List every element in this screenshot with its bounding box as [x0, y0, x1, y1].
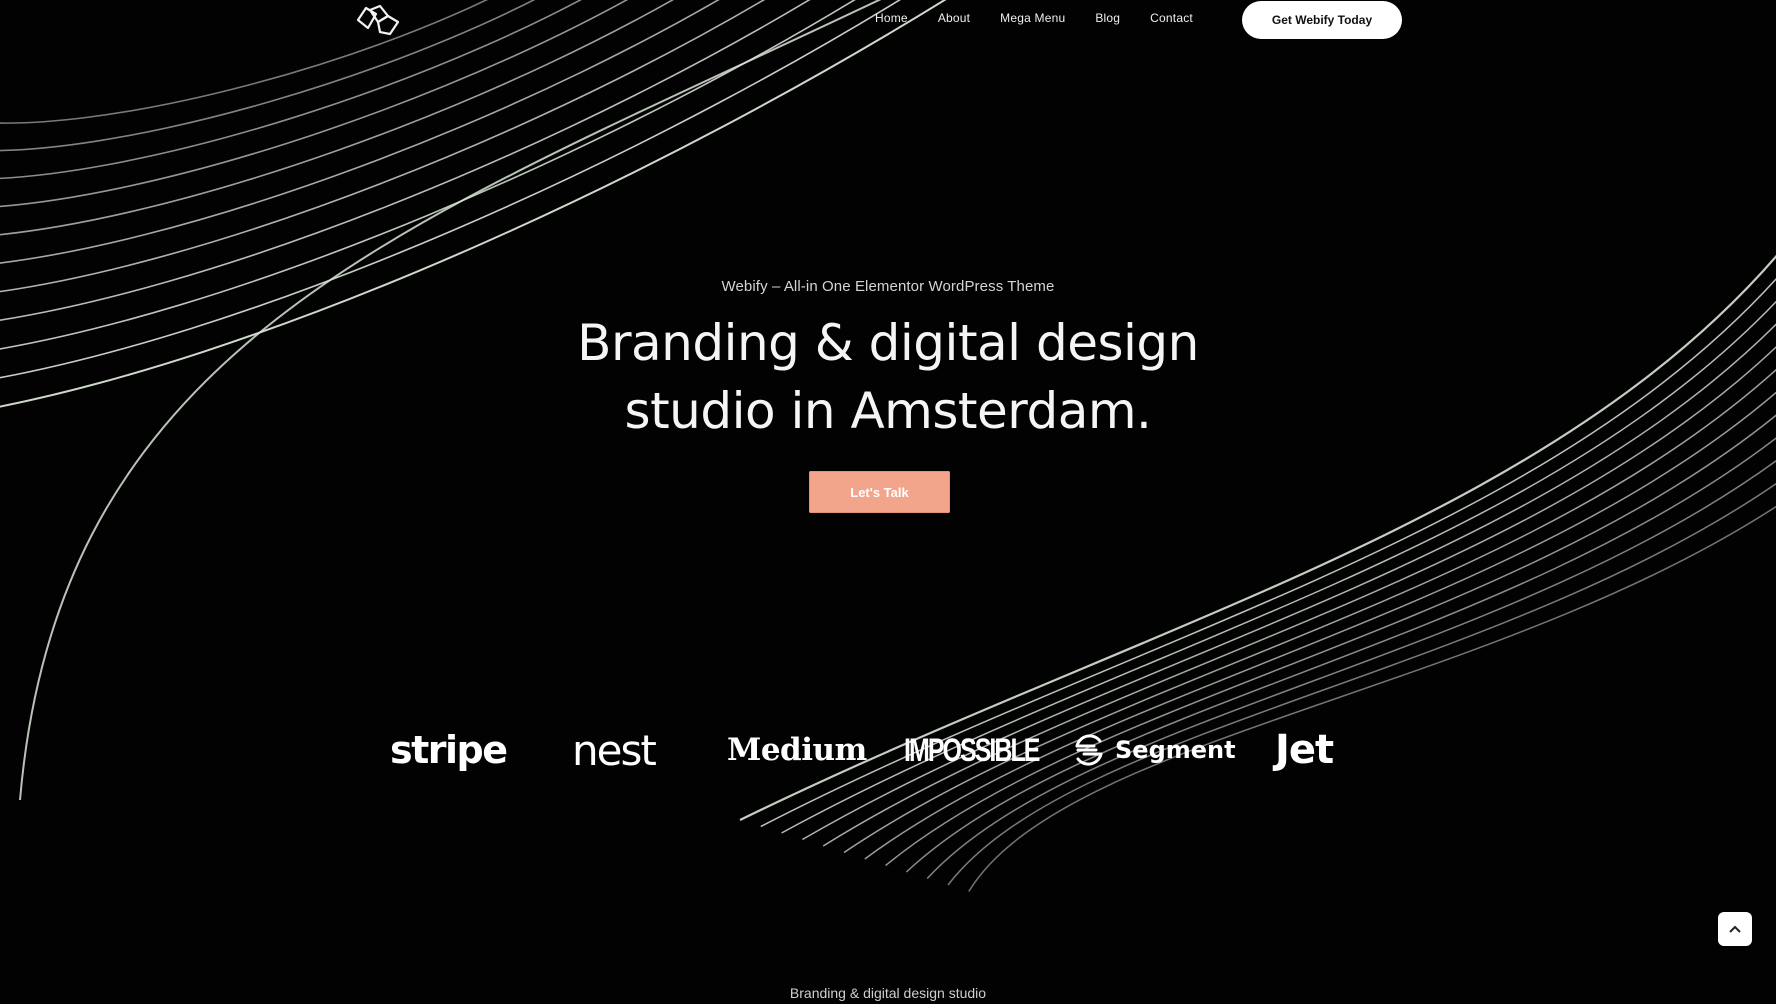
wave-line-bottom	[864, 391, 1776, 860]
nav-mega-menu[interactable]: Mega Menu	[985, 11, 1080, 25]
wave-line-top	[0, 0, 582, 180]
scroll-to-top-button[interactable]	[1718, 912, 1752, 946]
impossible-logo: IMPOSSIBLE	[904, 731, 1040, 768]
segment-wordmark: Segment	[1115, 736, 1236, 764]
wave-line-bottom	[947, 482, 1776, 886]
wave-line-bottom	[885, 414, 1776, 867]
nav-contact[interactable]: Contact	[1135, 11, 1208, 25]
hero-headline-line1: Branding & digital design	[577, 314, 1199, 372]
hero-eyebrow: Webify – All-in One Elementor WordPress …	[721, 278, 1055, 295]
nest-logo: nest	[572, 725, 657, 775]
jet-logo: Jet	[1275, 727, 1334, 773]
page: Home About Mega Menu Blog Contact Get We…	[0, 0, 1776, 1004]
client-logos: stripe nest Medium IMPOSSIBLE Segment Je…	[0, 720, 1776, 780]
webify-logo[interactable]	[354, 2, 402, 38]
wave-line-top	[0, 0, 488, 124]
medium-logo: Medium	[727, 732, 867, 768]
stripe-logo: stripe	[390, 728, 508, 772]
nav-home[interactable]: Home	[860, 11, 923, 25]
nav-about[interactable]: About	[923, 11, 985, 25]
segment-icon	[1075, 734, 1103, 766]
hero: Webify – All-in One Elementor WordPress …	[0, 278, 1776, 445]
footer-caption: Branding & digital design studio	[789, 985, 987, 1001]
get-webify-button[interactable]: Get Webify Today	[1242, 1, 1402, 39]
chevron-up-icon	[1729, 925, 1741, 933]
wave-line-bottom	[968, 505, 1776, 892]
segment-logo: Segment	[1072, 720, 1236, 780]
lets-talk-button[interactable]: Let's Talk	[809, 471, 950, 513]
hero-headline-line2: studio in Amsterdam.	[624, 382, 1152, 440]
wave-line-top	[0, 0, 811, 321]
wave-line-top	[0, 0, 629, 208]
nav-blog[interactable]: Blog	[1080, 11, 1135, 25]
wave-line-top	[0, 0, 766, 293]
hero-headline: Branding & digital design studio in Amst…	[0, 309, 1776, 445]
main-nav: Home About Mega Menu Blog Contact	[860, 11, 1208, 25]
wave-line-bottom	[905, 437, 1776, 873]
